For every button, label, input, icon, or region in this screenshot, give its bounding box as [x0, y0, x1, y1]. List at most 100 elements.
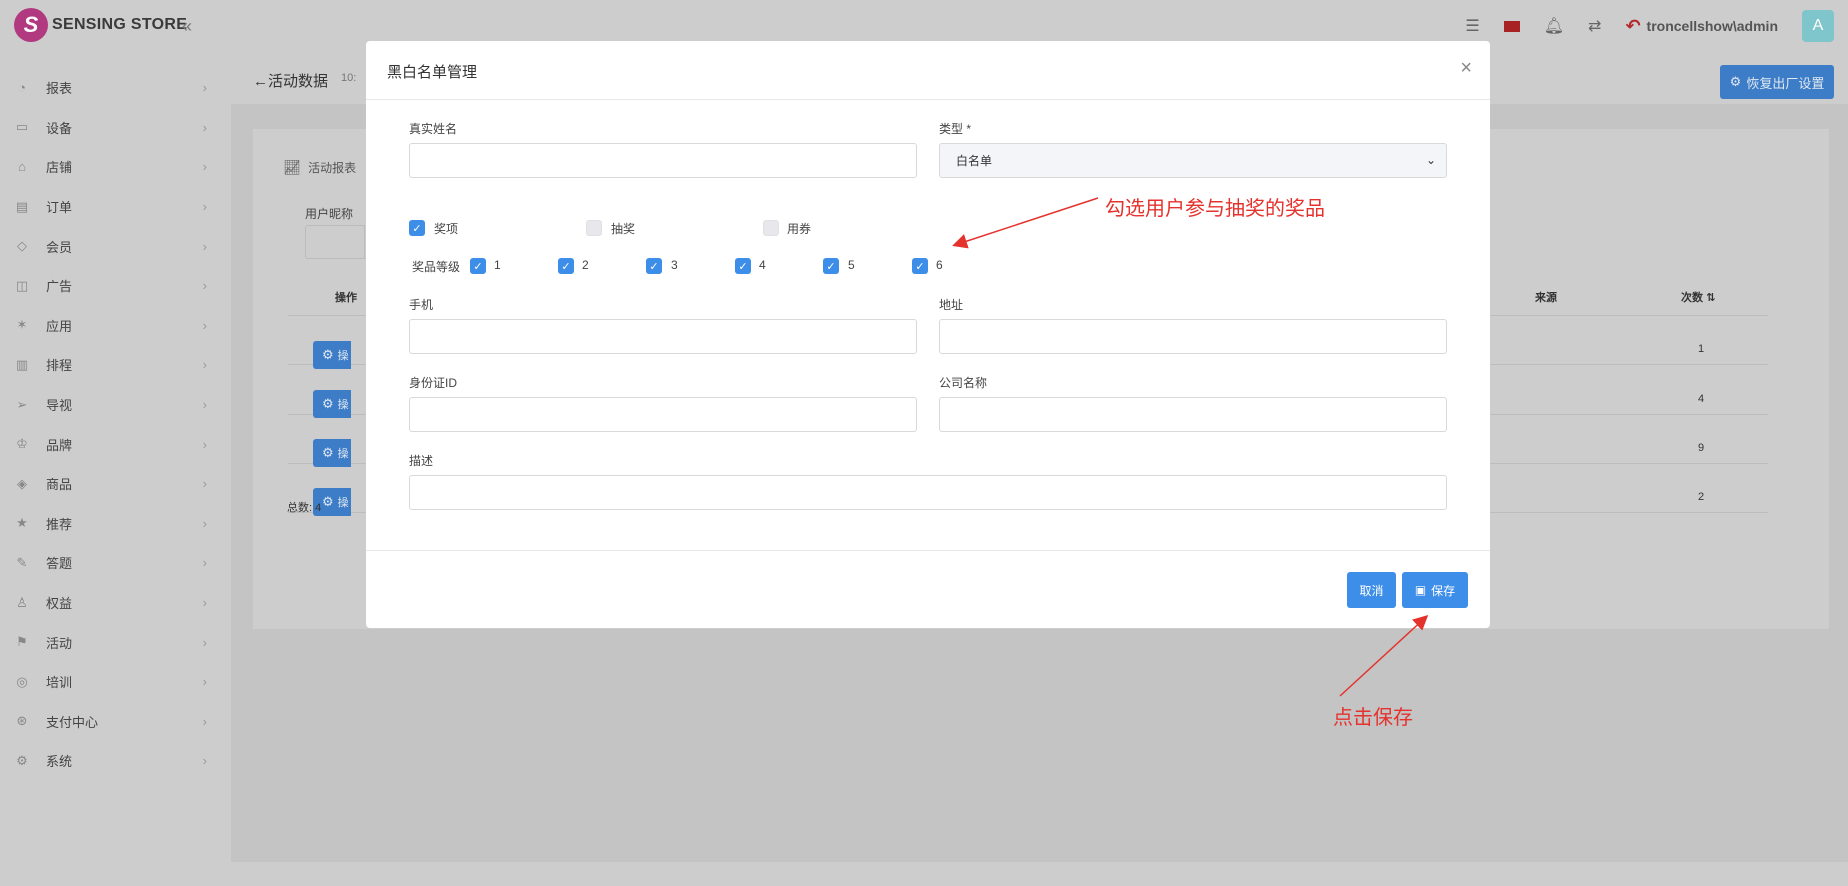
- chevron-down-icon: ⌄: [1425, 153, 1436, 167]
- prize-level-value: 2: [582, 258, 589, 272]
- modal-footer-divider: [366, 550, 1490, 551]
- user-menu[interactable]: ↶ troncellshow\admin: [1625, 16, 1778, 37]
- row-count-cell: 2: [1698, 491, 1705, 503]
- logo[interactable]: S SENSING STORE: [14, 8, 187, 42]
- gauge-icon: ◔: [18, 80, 26, 96]
- sidebar-item-label: 店铺: [46, 160, 73, 176]
- modal-header: 黑白名单管理 ×: [366, 41, 1490, 100]
- save-icon: ▣: [1414, 583, 1427, 597]
- prize-level-checkbox[interactable]: ✓: [735, 258, 751, 274]
- sidebar-item[interactable]: ◇ 会员 ›: [0, 226, 231, 266]
- device-icon: ▭: [15, 119, 29, 135]
- ad-icon: ◫: [15, 277, 29, 293]
- col-count[interactable]: 次数 ⇅: [1681, 289, 1715, 305]
- sidebar-item[interactable]: ✎ 答题 ›: [0, 543, 231, 583]
- prize-level-checkbox[interactable]: ✓: [470, 258, 486, 274]
- prize-annotation-text: 勾选用户参与抽奖的奖品: [1105, 198, 1325, 220]
- col-source[interactable]: 来源: [1535, 289, 1557, 305]
- chevron-right-icon: ›: [202, 397, 207, 413]
- row-action-label: 操: [337, 497, 349, 509]
- real-name-label: 真实姓名: [409, 122, 458, 136]
- real-name-input[interactable]: [409, 143, 917, 178]
- pay-icon: ⊛: [16, 713, 28, 729]
- row-action-button[interactable]: ⚙ 操: [313, 439, 351, 467]
- logo-mark: S: [14, 8, 48, 42]
- sidebar-item[interactable]: ◫ 广告 ›: [0, 266, 231, 306]
- col-operation: 操作: [335, 292, 357, 304]
- prize-level-checkbox[interactable]: ✓: [558, 258, 574, 274]
- address-input[interactable]: [939, 319, 1447, 354]
- sidebar-item[interactable]: ⚙ 系统 ›: [0, 741, 231, 781]
- back-link[interactable]: ←活动数据: [253, 70, 328, 91]
- row-action-button[interactable]: ⚙ 操: [313, 341, 351, 369]
- clipboard-icon: ▤: [15, 198, 29, 214]
- phone-input[interactable]: [409, 319, 917, 354]
- chevron-right-icon: ›: [202, 119, 207, 135]
- sidebar-item[interactable]: ◎ 培训 ›: [0, 662, 231, 702]
- company-name-input[interactable]: [939, 397, 1447, 432]
- sidebar: ◔ 报表 › ▭ 设备 › ⌂ 店铺 › ▤ 订单 › ◇ 会员 › ◫ 广告 › ✶ 应用 › ▥ 排程 › ➢ 导视 › ♔ 品牌 ›…: [0, 56, 231, 886]
- box-icon: ◈: [17, 475, 27, 491]
- prize-level-checkbox[interactable]: ✓: [646, 258, 662, 274]
- row-count-cell: 9: [1698, 442, 1705, 454]
- modal-title: 黑白名单管理: [387, 64, 478, 81]
- lottery-checkbox[interactable]: [586, 220, 602, 236]
- sidebar-item-label: 权益: [46, 596, 73, 612]
- sidebar-item[interactable]: ⚑ 活动 ›: [0, 622, 231, 662]
- sidebar-item[interactable]: ♙ 权益 ›: [0, 583, 231, 623]
- restore-factory-label: 恢复出厂设置: [1746, 75, 1825, 91]
- id-card-input[interactable]: [409, 397, 917, 432]
- tab-activity-report[interactable]: 📈︎ 活动报表: [283, 159, 356, 176]
- coupon-checkbox-label: 用券: [787, 222, 812, 236]
- chevron-right-icon: ›: [202, 317, 207, 333]
- gear-icon: ⚙: [322, 445, 334, 460]
- type-select[interactable]: 白名单 ⌄: [939, 143, 1447, 178]
- prize-level-checkbox[interactable]: ✓: [912, 258, 928, 274]
- sidebar-item[interactable]: ★ 推荐 ›: [0, 504, 231, 544]
- coupon-checkbox[interactable]: [763, 220, 779, 236]
- arrows-icon[interactable]: ⇄: [1588, 16, 1601, 36]
- prize-level-checkbox[interactable]: ✓: [823, 258, 839, 274]
- type-label: 类型 *: [939, 122, 972, 136]
- nickname-filter-input[interactable]: [305, 225, 365, 259]
- sidebar-item-label: 支付中心: [46, 714, 99, 730]
- sidebar-item-label: 广告: [46, 279, 73, 295]
- sidebar-item[interactable]: ⌂ 店铺 ›: [0, 147, 231, 187]
- flag-icon: ⚑: [16, 634, 28, 650]
- sidebar-item[interactable]: ✶ 应用 ›: [0, 306, 231, 346]
- prize-level-label: 奖品等级: [412, 260, 461, 274]
- gear-icon: ⚙: [322, 347, 334, 362]
- sidebar-item-label: 订单: [46, 200, 73, 216]
- sidebar-item[interactable]: ▥ 排程 ›: [0, 345, 231, 385]
- close-icon[interactable]: ×: [1460, 57, 1472, 80]
- sidebar-item[interactable]: ⊛ 支付中心 ›: [0, 702, 231, 742]
- save-annotation-text: 点击保存: [1333, 707, 1413, 729]
- type-selected-value: 白名单: [956, 154, 993, 168]
- sidebar-item[interactable]: ◈ 商品 ›: [0, 464, 231, 504]
- bell-icon[interactable]: 🔔︎: [1544, 16, 1564, 36]
- address-label: 地址: [939, 298, 964, 312]
- description-input[interactable]: [409, 475, 1447, 510]
- sidebar-item-label: 应用: [46, 318, 73, 334]
- sliders-icon[interactable]: ☰: [1465, 16, 1479, 36]
- user-icon: ♙: [16, 594, 28, 610]
- sidebar-item-label: 品牌: [46, 437, 73, 453]
- sidebar-item-label: 商品: [46, 477, 73, 493]
- sidebar-item[interactable]: ♔ 品牌 ›: [0, 424, 231, 464]
- chevron-right-icon: ›: [202, 80, 207, 96]
- sidebar-item[interactable]: ➢ 导视 ›: [0, 385, 231, 425]
- logout-arrow-icon[interactable]: ↶: [1625, 16, 1640, 37]
- sidebar-item[interactable]: ▤ 订单 ›: [0, 187, 231, 227]
- save-button[interactable]: ▣ 保存: [1402, 572, 1468, 608]
- row-action-button[interactable]: ⚙ 操: [313, 390, 351, 418]
- avatar[interactable]: A: [1802, 10, 1834, 42]
- restore-factory-button[interactable]: ⚙ 恢复出厂设置: [1720, 65, 1834, 99]
- sort-icon[interactable]: ⇅: [1706, 292, 1715, 304]
- sidebar-item[interactable]: ▭ 设备 ›: [0, 108, 231, 148]
- language-flag-icon[interactable]: [1503, 20, 1520, 32]
- prize-checkbox[interactable]: ✓: [409, 220, 425, 236]
- prize-level-value: 5: [848, 258, 855, 272]
- cancel-button[interactable]: 取消: [1347, 572, 1396, 608]
- sidebar-item[interactable]: ◔ 报表 ›: [0, 68, 231, 108]
- collapse-sidebar-icon[interactable]: «: [182, 16, 192, 37]
